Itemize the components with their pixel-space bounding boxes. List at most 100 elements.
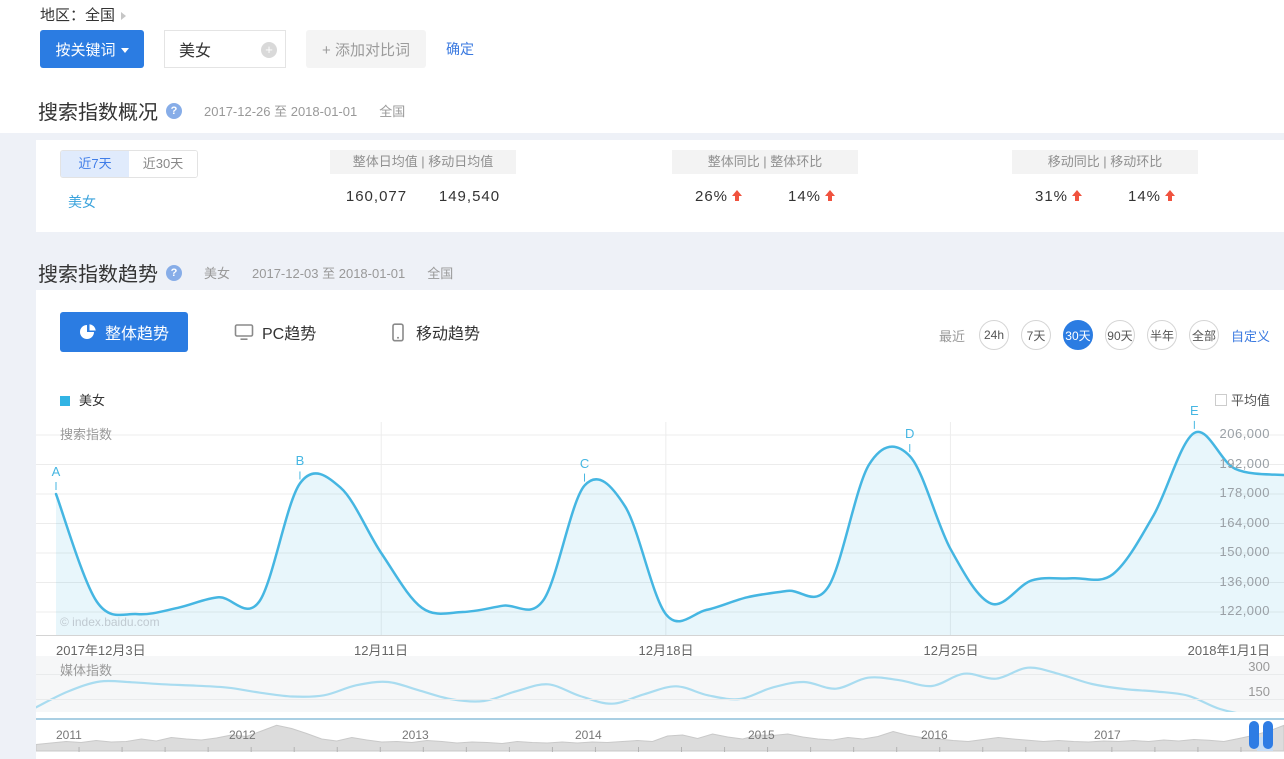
range-all[interactable]: 全部 [1189,320,1219,350]
recent-label: 最近 [939,326,965,345]
keyword-mode-button[interactable]: 按关键词 [40,30,144,68]
year-label: 2015 [748,728,775,742]
media-line-chart [36,656,1284,712]
average-toggle[interactable]: 平均值 [1215,390,1270,409]
media-axis-name: 媒体指数 [60,660,112,679]
up-arrow-icon [1165,190,1175,202]
year-label: 2017 [1094,728,1121,742]
y-tick: 178,000 [1220,485,1271,500]
tab-mobile-trend-label: 移动趋势 [416,320,480,344]
metric-group-daily-average: 整体日均值 | 移动日均值 160,077 149,540 [330,150,516,205]
keyword-value: 美女 [179,37,211,61]
media-y-tick: 300 [1248,659,1270,674]
slider-handle-right[interactable] [1263,721,1273,749]
metric-group-overall-change: 整体同比 | 整体环比 26% 14% [672,150,858,205]
metric-group-header: 整体日均值 | 移动日均值 [330,150,516,174]
y-tick: 164,000 [1220,515,1271,530]
tab-last-30-days[interactable]: 近30天 [129,151,197,177]
overview-keyword[interactable]: 美女 [68,192,96,212]
help-icon[interactable]: ? [166,103,182,119]
overview-card: 近7天 近30天 美女 整体日均值 | 移动日均值 160,077 149,54… [36,140,1284,232]
checkbox-icon[interactable] [1215,394,1227,406]
y-tick: 136,000 [1220,574,1271,589]
peak-label-c: C [580,456,589,471]
metric-value-yoy: 26% [672,188,765,205]
slider-handle-left[interactable] [1249,721,1259,749]
year-label: 2012 [229,728,256,742]
legend-swatch [60,396,70,406]
caret-down-icon [121,48,129,53]
year-label: 2016 [921,728,948,742]
chevron-right-icon [121,12,126,20]
legend-row: 美女 平均值 [60,390,1270,406]
metric-value-mobile-daily: 149,540 [423,188,516,205]
tab-pc-trend[interactable]: PC趋势 [234,320,316,344]
peak-label-d: D [905,426,914,441]
add-icon[interactable]: + [261,42,277,58]
range-90d[interactable]: 90天 [1105,320,1135,350]
metric-value-mobile-mom: 14% [1105,188,1198,205]
y-tick: 122,000 [1220,603,1271,618]
tab-overall-trend-label: 整体趋势 [105,320,169,344]
help-icon[interactable]: ? [166,265,182,281]
period-tabs: 近7天 近30天 [60,150,198,178]
keyword-row: 按关键词 美女 + + 添加对比词 确定 [40,30,474,68]
region-selector[interactable]: 地区：全国 [40,4,126,25]
media-index-chart[interactable]: 媒体指数 300 150 [36,656,1284,712]
up-arrow-icon [1072,190,1082,202]
metric-value-overall-daily: 160,077 [330,188,423,205]
tab-last-7-days[interactable]: 近7天 [61,151,129,177]
peak-label-e: E [1190,403,1199,418]
year-label: 2013 [402,728,429,742]
confirm-link[interactable]: 确定 [446,39,474,59]
trend-title-row: 搜索指数趋势 ? 美女 2017-12-03 至 2018-01-01 全国 [38,258,453,287]
y-tick: 150,000 [1220,544,1271,559]
year-label: 2014 [575,728,602,742]
phone-icon [388,323,408,342]
metric-group-header: 移动同比 | 移动环比 [1012,150,1198,174]
metric-group-mobile-change: 移动同比 | 移动环比 31% 14% [1012,150,1198,205]
header: 地区：全国 按关键词 美女 + + 添加对比词 确定 搜索指数概况 ? 2017… [0,0,1284,133]
range-24h[interactable]: 24h [979,320,1009,350]
region-label: 地区：全国 [40,7,115,24]
overview-date-range: 2017-12-26 至 2018-01-01 [204,101,357,120]
range-7d[interactable]: 7天 [1021,320,1051,350]
trend-card: 整体趋势 PC趋势 移动趋势 最近 24h 7天 30天 90天 半年 全部 自… [36,290,1284,759]
search-index-chart[interactable]: 搜索指数 206,000 192,000 178,000 164,000 150… [36,418,1284,635]
up-arrow-icon [732,190,742,202]
keyword-input[interactable]: 美女 + [164,30,286,68]
peak-label-b: B [296,453,305,468]
y-axis-name: 搜索指数 [60,424,112,443]
overview-region: 全国 [379,101,405,120]
watermark: © index.baidu.com [60,615,160,629]
overview-title-row: 搜索指数概况 ? 2017-12-26 至 2018-01-01 全国 [38,96,405,125]
year-label: 2011 [56,728,82,742]
range-30d[interactable]: 30天 [1063,320,1093,350]
x-axis: 2017年12月3日 12月11日 12月18日 12月25日 2018年1月1… [36,635,1284,655]
metric-value-mom: 14% [765,188,858,205]
tab-pc-trend-label: PC趋势 [262,320,316,344]
overview-title: 搜索指数概况 [38,96,158,125]
timeline-slider[interactable]: 2011 2012 2013 2014 2015 2016 2017 [36,718,1284,752]
trend-title: 搜索指数趋势 [38,258,158,287]
peak-label-a: A [52,464,61,479]
monitor-icon [234,323,254,341]
line-chart [36,418,1284,635]
add-compare-button[interactable]: + 添加对比词 [306,30,426,68]
keyword-mode-label: 按关键词 [55,42,115,59]
tab-overall-trend[interactable]: 整体趋势 [60,312,188,352]
custom-range-link[interactable]: 自定义 [1231,326,1270,345]
legend-keyword: 美女 [79,393,105,408]
metric-group-header: 整体同比 | 整体环比 [672,150,858,174]
range-half-year[interactable]: 半年 [1147,320,1177,350]
y-tick: 192,000 [1220,456,1271,471]
y-tick: 206,000 [1220,426,1271,441]
trend-region: 全国 [427,263,453,282]
media-y-tick: 150 [1248,684,1270,699]
tab-mobile-trend[interactable]: 移动趋势 [388,320,480,344]
metric-value-mobile-yoy: 31% [1012,188,1105,205]
pie-chart-icon [79,323,97,341]
range-selector: 最近 24h 7天 30天 90天 半年 全部 自定义 [939,320,1270,350]
trend-keyword: 美女 [204,263,230,282]
trend-date-range: 2017-12-03 至 2018-01-01 [252,263,405,282]
